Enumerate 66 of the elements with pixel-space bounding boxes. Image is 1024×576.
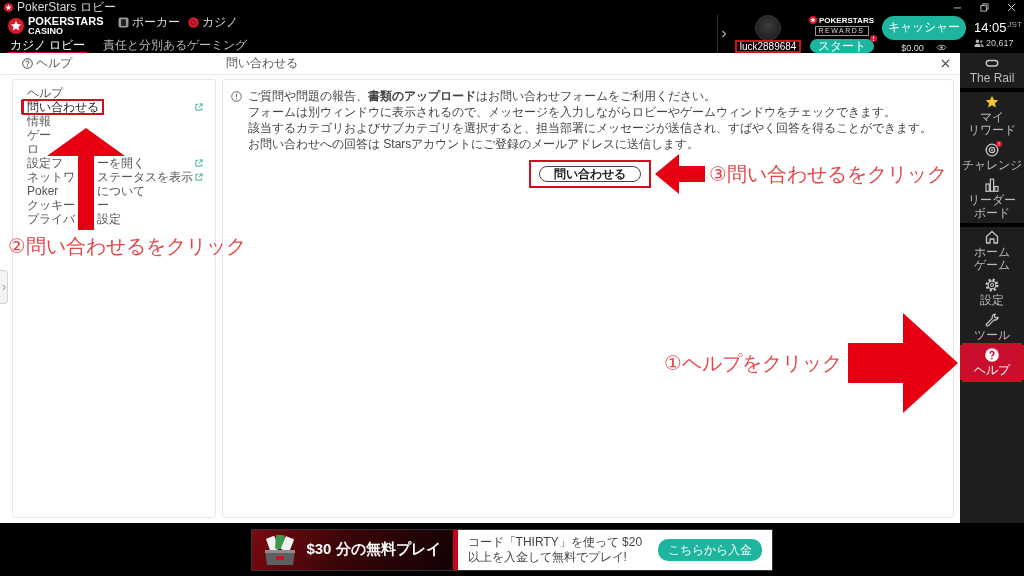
nav-item[interactable]: The Rail bbox=[960, 53, 1024, 88]
notice-text: お問い合わせへの回答は Starsアカウントにご登録のメールアドレスに送信します。 bbox=[248, 136, 700, 152]
brand-name: POKERSTARS bbox=[28, 16, 104, 27]
logo-icon bbox=[809, 16, 818, 24]
pointer-arrow bbox=[655, 154, 705, 194]
panel-toggle-button[interactable] bbox=[0, 270, 8, 304]
eye-icon[interactable] bbox=[935, 44, 947, 51]
chevron-right-icon[interactable] bbox=[721, 30, 728, 38]
alert-icon bbox=[231, 91, 242, 102]
nav-item[interactable]: リーダー ボード bbox=[960, 175, 1024, 223]
logo-icon bbox=[4, 3, 13, 12]
instruction-text: ②問い合わせるをクリック bbox=[8, 234, 246, 259]
nav-item[interactable]: ホーム ゲーム bbox=[960, 227, 1024, 275]
target-icon bbox=[985, 143, 999, 157]
instruction-text: ③問い合わせるをクリック bbox=[709, 162, 947, 187]
clock-time: 14:05 bbox=[974, 20, 1007, 35]
nav-item[interactable]: チャレンジ bbox=[960, 140, 1024, 175]
home-icon bbox=[985, 230, 999, 244]
nav-item[interactable]: マイ リワード bbox=[960, 92, 1024, 140]
product-link[interactable]: ポーカー bbox=[117, 15, 180, 29]
promo-headline: $30 分の無料プレイ bbox=[306, 540, 441, 559]
menu-item[interactable]: ヘルプ bbox=[21, 86, 63, 100]
bar-chart-icon bbox=[985, 178, 999, 192]
menu-item[interactable]: クッキー ー bbox=[21, 198, 207, 212]
promo-text: コード「THIRTY」を使って $20以上を入金して無料でプレイ! bbox=[467, 534, 644, 565]
menu-item[interactable]: 問い合わせる bbox=[21, 100, 207, 114]
product-link[interactable]: カジノ bbox=[187, 15, 238, 29]
wrench-icon bbox=[985, 313, 999, 327]
player-count: 20,617 bbox=[986, 37, 1014, 48]
contact-button[interactable]: 問い合わせる bbox=[539, 166, 641, 182]
star-icon bbox=[985, 95, 999, 109]
promo-banner[interactable]: $30 分の無料プレイ コード「THIRTY」を使って $20以上を入金して無料でプレイ! こちらから入金 bbox=[251, 528, 773, 571]
nav-tab[interactable]: 責任と分別あるゲーミング bbox=[101, 38, 250, 53]
notice-text: フォームは別ウィンドウに表示されるので、メッセージを入力しながらロビーやゲームウィンドウをチェックできます。 bbox=[248, 104, 896, 120]
chevron-right-icon bbox=[1, 283, 6, 291]
menu-item[interactable]: 設定フ ーを開く bbox=[21, 156, 207, 170]
avatar-icon[interactable] bbox=[755, 15, 782, 41]
close-icon[interactable] bbox=[941, 59, 950, 68]
card-icon bbox=[117, 16, 129, 28]
menu-item[interactable]: Poker について bbox=[21, 184, 207, 198]
menu-item[interactable]: ロ bbox=[21, 142, 39, 156]
people-icon bbox=[974, 38, 984, 47]
balance-text: $0.00 bbox=[901, 42, 924, 53]
help-icon bbox=[22, 58, 33, 69]
window-title: PokerStars ロビー bbox=[17, 0, 116, 15]
nav-item[interactable]: ツール bbox=[960, 310, 1024, 345]
menu-item[interactable]: プライバ 設定 bbox=[21, 212, 207, 226]
username[interactable]: luck2889684 bbox=[737, 41, 799, 52]
restore-icon[interactable] bbox=[980, 3, 989, 12]
menu-item[interactable]: ネットワ ステータスを表示 bbox=[21, 170, 207, 184]
chip-icon bbox=[187, 16, 199, 28]
nav-item[interactable]: 設定 bbox=[960, 275, 1024, 310]
menu-item[interactable]: ゲー bbox=[21, 128, 51, 142]
rewards-brand: POKERSTARS bbox=[819, 15, 874, 25]
notice-text: ご質問や問題の報告、書類のアップロードはお問い合わせフォームをご利用ください。 bbox=[248, 88, 716, 104]
page-title: 問い合わせる bbox=[225, 55, 298, 72]
section-title: ヘルプ bbox=[36, 55, 72, 72]
notice-text: 該当するカテゴリおよびサブカテゴリを選択すると、担当部署にメッセージが送信され、すばやく回答を得ることができます。 bbox=[248, 120, 932, 136]
nav-item[interactable]: ヘルプ bbox=[960, 345, 1024, 380]
settings-icon bbox=[985, 278, 999, 292]
instruction-text: ①ヘルプをクリック bbox=[664, 351, 842, 376]
help-icon bbox=[985, 348, 999, 362]
brand-subtitle: CASINO bbox=[28, 27, 64, 36]
menu-item[interactable]: 情報 bbox=[21, 114, 51, 128]
logo-icon bbox=[8, 18, 24, 34]
time-zone: JST bbox=[1007, 20, 1022, 29]
